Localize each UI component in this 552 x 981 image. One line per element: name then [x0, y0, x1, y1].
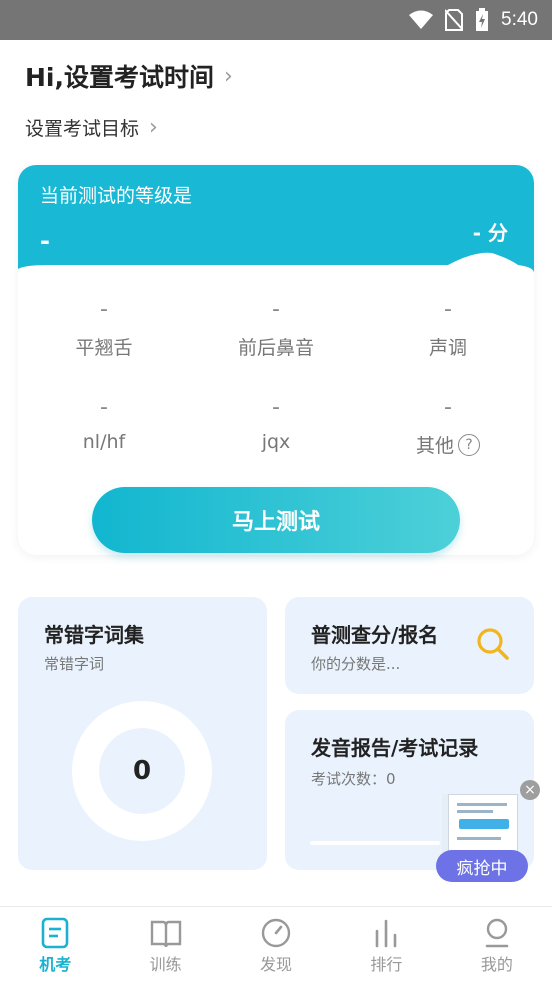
promo-ad[interactable]: × 疯抢中 — [436, 780, 546, 884]
set-exam-goal-link[interactable]: 设置考试目标 › — [25, 114, 158, 141]
report-title: 发音报告/考试记录 — [311, 736, 479, 760]
tab-exam[interactable]: 机考 — [0, 907, 110, 981]
mistakes-donut: 0 — [72, 701, 212, 841]
status-bar: 5:40 — [0, 0, 552, 40]
no-sim-icon — [445, 9, 464, 31]
metric-nl-hf: - nl/hf — [82, 395, 126, 453]
set-exam-time-link[interactable]: Hi,设置考试时间 › — [25, 58, 233, 94]
metric-other-label: 其他 — [415, 435, 454, 457]
report-subtitle: 考试次数：0 — [311, 770, 396, 788]
wave-divider — [18, 252, 534, 295]
book-cover-image — [448, 794, 518, 856]
goal-text: 设置考试目标 — [25, 118, 140, 140]
score-unit: 分 — [488, 221, 508, 245]
clock: 5:40 — [501, 9, 538, 30]
profile-icon — [485, 918, 509, 948]
metric-retroflex: - 平翘舌 — [75, 297, 133, 359]
chevron-right-icon: › — [149, 115, 158, 140]
search-icon — [477, 628, 509, 660]
tab-training[interactable]: 训练 — [110, 907, 220, 981]
chevron-right-icon: › — [224, 63, 233, 89]
compass-icon — [261, 918, 291, 948]
start-test-button[interactable]: 马上测试 — [92, 487, 460, 553]
exam-icon — [41, 917, 69, 949]
help-icon[interactable]: ? — [458, 433, 480, 456]
mistakes-count: 0 — [99, 728, 185, 814]
tab-ranking[interactable]: 排行 — [331, 907, 441, 981]
tab-discover[interactable]: 发现 — [221, 907, 331, 981]
metric-nasal: - 前后鼻音 — [237, 297, 314, 359]
tab-profile[interactable]: 我的 — [442, 907, 552, 981]
ranking-icon — [376, 919, 397, 948]
level-title: 当前测试的等级是 — [40, 185, 193, 207]
bottom-nav: 机考 训练 发现 排行 我的 — [0, 906, 552, 981]
mistakes-title: 常错字词集 — [44, 623, 144, 647]
score-value: - — [472, 221, 482, 245]
score-display: - 分 — [473, 217, 508, 246]
battery-charging-icon — [476, 8, 489, 31]
book-icon — [150, 920, 181, 948]
metric-tone: - 声调 — [428, 297, 467, 359]
metric-other: - 其他 ? — [362, 393, 534, 458]
score-query-subtitle: 你的分数是... — [311, 655, 401, 673]
report-progress-bar — [310, 841, 440, 845]
greeting-text: Hi,设置考试时间 — [25, 63, 214, 92]
close-ad-button[interactable]: × — [520, 780, 540, 800]
promo-label[interactable]: 疯抢中 — [436, 850, 528, 882]
score-query-card[interactable]: 普测查分/报名 你的分数是... — [285, 597, 534, 694]
mistakes-subtitle: 常错字词 — [44, 655, 105, 673]
mistakes-card[interactable]: 常错字词集 常错字词 0 — [18, 597, 267, 870]
metric-jqx: - jqx — [261, 395, 291, 453]
score-query-title: 普测查分/报名 — [311, 623, 439, 647]
wifi-icon — [409, 10, 434, 29]
